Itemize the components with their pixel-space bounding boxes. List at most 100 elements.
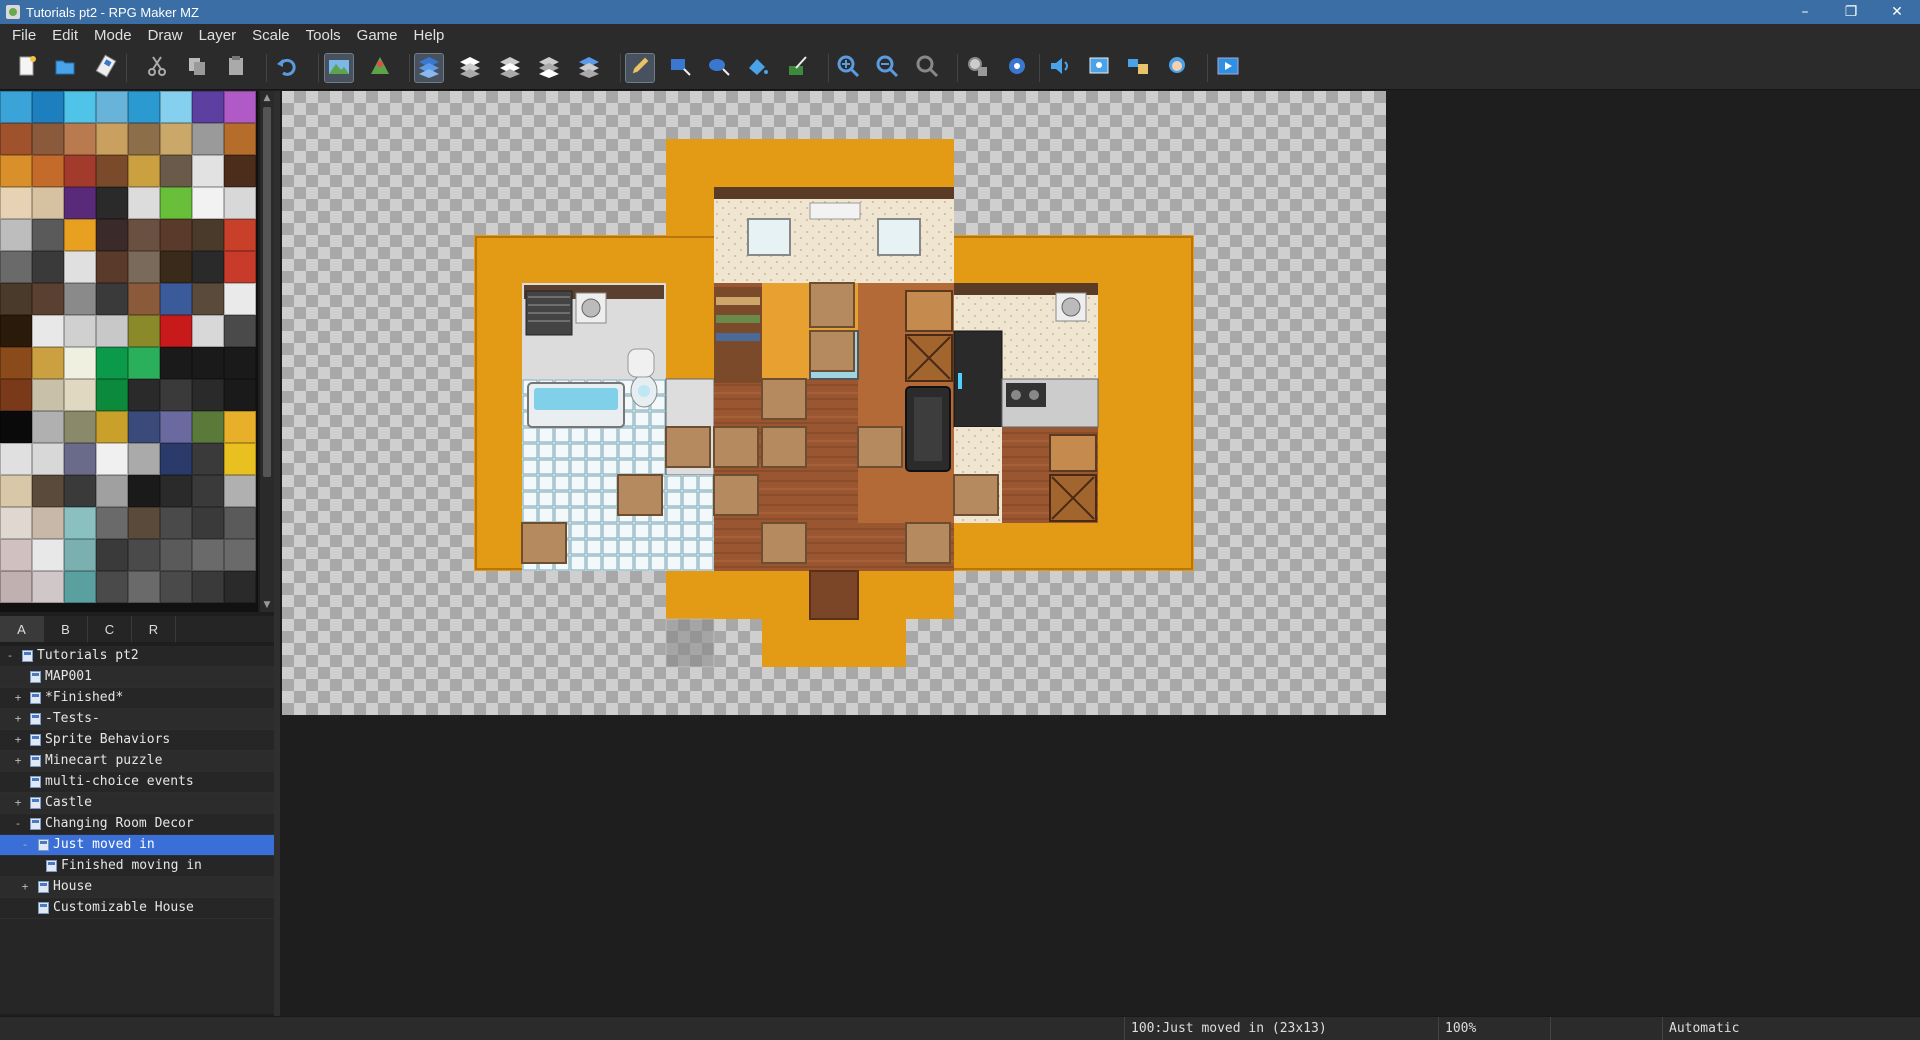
collapse-icon[interactable]: - bbox=[5, 646, 15, 666]
tile-swatch[interactable] bbox=[128, 187, 160, 219]
tree-item[interactable]: + Sprite Behaviors bbox=[0, 730, 274, 751]
tree-item[interactable]: + House bbox=[0, 877, 274, 898]
tile-swatch[interactable] bbox=[192, 123, 224, 155]
tile-swatch[interactable] bbox=[128, 411, 160, 443]
palette-scrollbar[interactable]: ▲ ▼ bbox=[260, 91, 274, 612]
tile-swatch[interactable] bbox=[32, 475, 64, 507]
layer-2-button[interactable] bbox=[495, 53, 525, 83]
tile-swatch[interactable] bbox=[0, 187, 32, 219]
menu-draw[interactable]: Draw bbox=[140, 27, 191, 44]
expand-icon[interactable]: + bbox=[13, 730, 23, 750]
tile-swatch[interactable] bbox=[128, 283, 160, 315]
tile-swatch[interactable] bbox=[0, 443, 32, 475]
tile-swatch[interactable] bbox=[160, 283, 192, 315]
tile-swatch[interactable] bbox=[0, 123, 32, 155]
tile-swatch[interactable] bbox=[160, 571, 192, 603]
tile-swatch[interactable] bbox=[0, 507, 32, 539]
tile-swatch[interactable] bbox=[0, 475, 32, 507]
tile-swatch[interactable] bbox=[64, 539, 96, 571]
tile-swatch[interactable] bbox=[64, 379, 96, 411]
menu-scale[interactable]: Scale bbox=[244, 27, 298, 44]
actual-size-button[interactable] bbox=[912, 53, 942, 83]
tile-swatch[interactable] bbox=[96, 315, 128, 347]
tile-swatch[interactable] bbox=[128, 123, 160, 155]
tile-swatch[interactable] bbox=[128, 219, 160, 251]
tile-swatch[interactable] bbox=[96, 347, 128, 379]
tile-palette[interactable] bbox=[0, 91, 258, 612]
tile-swatch[interactable] bbox=[32, 123, 64, 155]
tile-swatch[interactable] bbox=[224, 123, 256, 155]
tile-swatch[interactable] bbox=[32, 315, 64, 347]
rectangle-button[interactable] bbox=[665, 53, 695, 83]
tile-swatch[interactable] bbox=[64, 123, 96, 155]
map-canvas[interactable] bbox=[282, 91, 1386, 715]
tile-swatch[interactable] bbox=[128, 379, 160, 411]
tile-swatch[interactable] bbox=[192, 539, 224, 571]
tree-item[interactable]: Finished moving in bbox=[0, 856, 274, 877]
tile-swatch[interactable] bbox=[192, 315, 224, 347]
tab-r[interactable]: R bbox=[132, 616, 176, 642]
tile-swatch[interactable] bbox=[160, 91, 192, 123]
close-button[interactable]: ✕ bbox=[1874, 0, 1920, 24]
pencil-button[interactable] bbox=[625, 53, 655, 83]
tileset-grid[interactable] bbox=[0, 91, 258, 612]
plugin-manager-button[interactable] bbox=[1002, 53, 1032, 83]
tile-swatch[interactable] bbox=[224, 411, 256, 443]
new-project-button[interactable] bbox=[12, 53, 42, 83]
tree-item[interactable]: - Changing Room Decor bbox=[0, 814, 274, 835]
tile-swatch[interactable] bbox=[64, 475, 96, 507]
tree-item[interactable]: multi-choice events bbox=[0, 772, 274, 793]
tile-swatch[interactable] bbox=[64, 251, 96, 283]
tile-swatch[interactable] bbox=[224, 507, 256, 539]
tile-swatch[interactable] bbox=[160, 187, 192, 219]
map-mode-button[interactable] bbox=[324, 53, 354, 83]
tile-swatch[interactable] bbox=[32, 251, 64, 283]
tile-swatch[interactable] bbox=[64, 411, 96, 443]
tile-swatch[interactable] bbox=[64, 283, 96, 315]
tile-swatch[interactable] bbox=[64, 443, 96, 475]
tile-swatch[interactable] bbox=[32, 571, 64, 603]
tile-swatch[interactable] bbox=[224, 155, 256, 187]
tile-swatch[interactable] bbox=[128, 91, 160, 123]
tab-c[interactable]: C bbox=[88, 616, 132, 642]
tile-swatch[interactable] bbox=[160, 123, 192, 155]
tile-swatch[interactable] bbox=[32, 379, 64, 411]
menu-help[interactable]: Help bbox=[406, 27, 453, 44]
tile-swatch[interactable] bbox=[128, 571, 160, 603]
tile-swatch[interactable] bbox=[192, 507, 224, 539]
tile-swatch[interactable] bbox=[160, 155, 192, 187]
tree-item[interactable]: - Just moved in bbox=[0, 835, 274, 856]
tile-swatch[interactable] bbox=[96, 123, 128, 155]
tree-item[interactable]: + Castle bbox=[0, 793, 274, 814]
tile-swatch[interactable] bbox=[192, 251, 224, 283]
tile-swatch[interactable] bbox=[0, 347, 32, 379]
tile-swatch[interactable] bbox=[64, 219, 96, 251]
expand-icon[interactable]: + bbox=[13, 709, 23, 729]
tile-swatch[interactable] bbox=[0, 219, 32, 251]
tile-swatch[interactable] bbox=[128, 251, 160, 283]
tile-swatch[interactable] bbox=[160, 219, 192, 251]
layer-4-button[interactable] bbox=[574, 53, 604, 83]
tile-swatch[interactable] bbox=[224, 251, 256, 283]
tile-swatch[interactable] bbox=[192, 571, 224, 603]
tree-root[interactable]: - Tutorials pt2 bbox=[0, 646, 274, 667]
tile-swatch[interactable] bbox=[96, 539, 128, 571]
collapse-icon[interactable]: - bbox=[13, 814, 23, 834]
menu-mode[interactable]: Mode bbox=[86, 27, 140, 44]
expand-icon[interactable]: + bbox=[20, 877, 30, 897]
tile-swatch[interactable] bbox=[32, 91, 64, 123]
tile-swatch[interactable] bbox=[32, 347, 64, 379]
tile-swatch[interactable] bbox=[96, 187, 128, 219]
layer-1-button[interactable] bbox=[455, 53, 485, 83]
event-searcher-button[interactable] bbox=[1084, 53, 1114, 83]
expand-icon[interactable]: + bbox=[13, 688, 23, 708]
tree-item[interactable]: Customizable House bbox=[0, 898, 274, 919]
tile-swatch[interactable] bbox=[128, 507, 160, 539]
tile-swatch[interactable] bbox=[160, 411, 192, 443]
menu-file[interactable]: File bbox=[4, 27, 44, 44]
tile-swatch[interactable] bbox=[224, 443, 256, 475]
tile-swatch[interactable] bbox=[64, 155, 96, 187]
tile-swatch[interactable] bbox=[0, 539, 32, 571]
tile-swatch[interactable] bbox=[192, 283, 224, 315]
tile-swatch[interactable] bbox=[224, 539, 256, 571]
